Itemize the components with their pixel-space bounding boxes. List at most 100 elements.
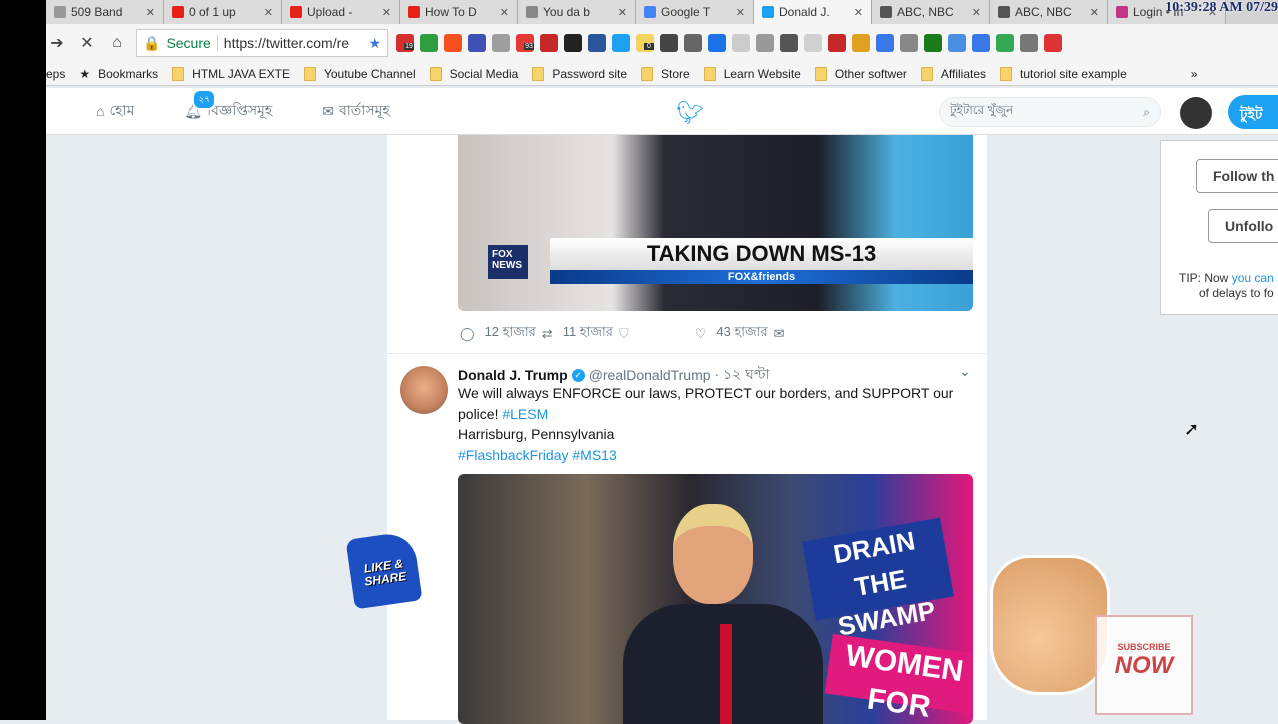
tip-link[interactable]: you can [1232, 271, 1274, 285]
bookmark-item[interactable]: Social Media [429, 66, 518, 81]
bookmark-item[interactable]: Password site [532, 66, 628, 81]
extension-icon[interactable] [756, 34, 774, 52]
extension-icon[interactable] [1044, 34, 1062, 52]
black-border [0, 0, 46, 720]
bookmark-item[interactable]: Affiliates [920, 66, 986, 81]
close-icon[interactable]: ✕ [1090, 6, 1099, 19]
tab-youtube[interactable]: Upload - ✕ [282, 0, 400, 24]
author-handle[interactable]: @realDonaldTrump [589, 367, 711, 383]
nav-messages[interactable]: ✉ বার্তাসমূহ [322, 99, 390, 123]
bookmark-label: Password site [552, 66, 628, 81]
home-icon[interactable]: ⌂ [106, 34, 128, 52]
tab-title: 509 Band [71, 5, 123, 19]
extension-icon[interactable] [780, 34, 798, 52]
extension-icon[interactable] [924, 34, 942, 52]
extension-icon[interactable] [708, 34, 726, 52]
search-input[interactable]: টুইটারে খুঁজুন ⌕ [939, 97, 1161, 127]
extension-icon[interactable] [828, 34, 846, 52]
folder-icon [172, 66, 185, 81]
extension-icon[interactable] [1020, 34, 1038, 52]
unfollow-button[interactable]: Unfollo [1208, 209, 1278, 243]
tweet-button[interactable]: টুইট [1228, 95, 1278, 129]
extension-icon[interactable] [972, 34, 990, 52]
bookmark-item[interactable]: eps [46, 67, 65, 81]
tab-twitter[interactable]: Donald J. ✕ [754, 0, 872, 24]
chevron-down-icon[interactable]: ⌄ [959, 363, 971, 380]
tweet-image[interactable]: FOX NEWS TAKING DOWN MS-13 FOX&friends [458, 135, 973, 311]
bookmark-item[interactable]: Other softwer [814, 66, 907, 81]
folder-icon [532, 66, 545, 81]
close-icon[interactable]: ✕ [264, 6, 273, 19]
like-button[interactable]: ♡ 43 হাজার [695, 323, 768, 344]
reply-button[interactable]: ◯ 12 হাজার [460, 323, 536, 344]
user-avatar[interactable] [1180, 97, 1212, 129]
bookmark-star-icon[interactable]: ★ [368, 35, 381, 52]
dm-icon[interactable]: ✉ [774, 326, 785, 342]
author-avatar[interactable] [400, 366, 448, 414]
reply-icon: ◯ [460, 325, 475, 341]
follow-button[interactable]: Follow th [1196, 159, 1278, 193]
close-icon[interactable]: ✕ [972, 6, 981, 19]
subscribe-overlay: SUBSCRIBE NOW [1095, 615, 1193, 715]
nav-home[interactable]: ⌂ হোম [96, 99, 134, 123]
hashtag-links[interactable]: #FlashbackFriday #MS13 [458, 447, 617, 463]
extension-icon[interactable] [564, 34, 582, 52]
image-band: FOX&friends [550, 270, 973, 284]
tab-th[interactable]: ABC, NBC ✕ [872, 0, 990, 24]
clock-overlay: 10:39:28 AM 07/29 [1165, 0, 1278, 15]
retweet-button[interactable]: ⇄ 11 হাজার [542, 323, 613, 344]
search-icon[interactable]: ⌕ [1143, 105, 1150, 120]
extension-icon[interactable] [804, 34, 822, 52]
extension-icon[interactable] [420, 34, 438, 52]
bookmark-item[interactable]: HTML JAVA EXTE [172, 66, 290, 81]
extension-icon[interactable]: 19 [396, 34, 414, 52]
extension-icon[interactable] [540, 34, 558, 52]
twitter-bird-icon[interactable]: 🐦︎ [676, 100, 704, 126]
extension-icon[interactable] [876, 34, 894, 52]
extension-icon[interactable]: 0 [636, 34, 654, 52]
bookmark-item[interactable]: ★ Bookmarks [79, 67, 158, 81]
extension-icon[interactable] [468, 34, 486, 52]
bookmark-label: Store [661, 66, 690, 81]
close-icon[interactable]: ✕ [500, 6, 509, 19]
nav-notifications[interactable]: ২৭ 🔔︎ বিজ্ঞপ্তিসমূহ [184, 89, 272, 123]
hashtag-link[interactable]: #LESM [502, 406, 548, 422]
close-icon[interactable]: ✕ [146, 6, 155, 19]
bookmark-item[interactable]: Store [641, 66, 690, 81]
extension-icon[interactable] [948, 34, 966, 52]
tab-youtube[interactable]: How To D ✕ [400, 0, 518, 24]
extension-icon[interactable] [684, 34, 702, 52]
bookmark-item[interactable]: Youtube Channel [303, 66, 416, 81]
extension-icon[interactable] [732, 34, 750, 52]
bookmark-item[interactable]: Learn Website [703, 66, 801, 81]
extension-icon[interactable] [588, 34, 606, 52]
bookmark-item[interactable]: tutoriol site example [1000, 66, 1127, 81]
tab-page[interactable]: 509 Band ✕ [46, 0, 164, 24]
extension-icon[interactable] [660, 34, 678, 52]
extension-icon[interactable] [492, 34, 510, 52]
tab-th[interactable]: ABC, NBC ✕ [990, 0, 1108, 24]
address-bar[interactable]: 🔒 Secure https://twitter.com/re ★ [136, 29, 388, 57]
close-icon[interactable]: ✕ [618, 6, 627, 19]
extension-icon[interactable]: 93 [516, 34, 534, 52]
close-icon[interactable]: ✕ [736, 6, 745, 19]
notification-badge: ২৭ [192, 89, 217, 110]
close-icon[interactable]: ✕ [382, 6, 391, 19]
stop-icon[interactable]: ✕ [76, 33, 98, 53]
tab-youtube[interactable]: 0 of 1 up ✕ [164, 0, 282, 24]
extension-icon[interactable] [852, 34, 870, 52]
close-icon[interactable]: ✕ [854, 6, 863, 19]
image-sign: WOMEN FOR [824, 633, 973, 724]
tab-page[interactable]: You da b ✕ [518, 0, 636, 24]
image-figure-tie [720, 624, 732, 724]
extension-icon[interactable] [900, 34, 918, 52]
extension-icon[interactable] [612, 34, 630, 52]
tweet-image[interactable]: DRAIN THE SWAMP WOMEN FOR [458, 474, 973, 724]
bookmarks-overflow-button[interactable]: » [1191, 67, 1198, 81]
extension-icon[interactable] [996, 34, 1014, 52]
extension-icon[interactable] [444, 34, 462, 52]
tab-google[interactable]: Google T ✕ [636, 0, 754, 24]
url-text[interactable]: https://twitter.com/re [216, 35, 363, 51]
author-name[interactable]: Donald J. Trump [458, 367, 568, 383]
forward-icon[interactable]: ➔ [46, 33, 68, 53]
